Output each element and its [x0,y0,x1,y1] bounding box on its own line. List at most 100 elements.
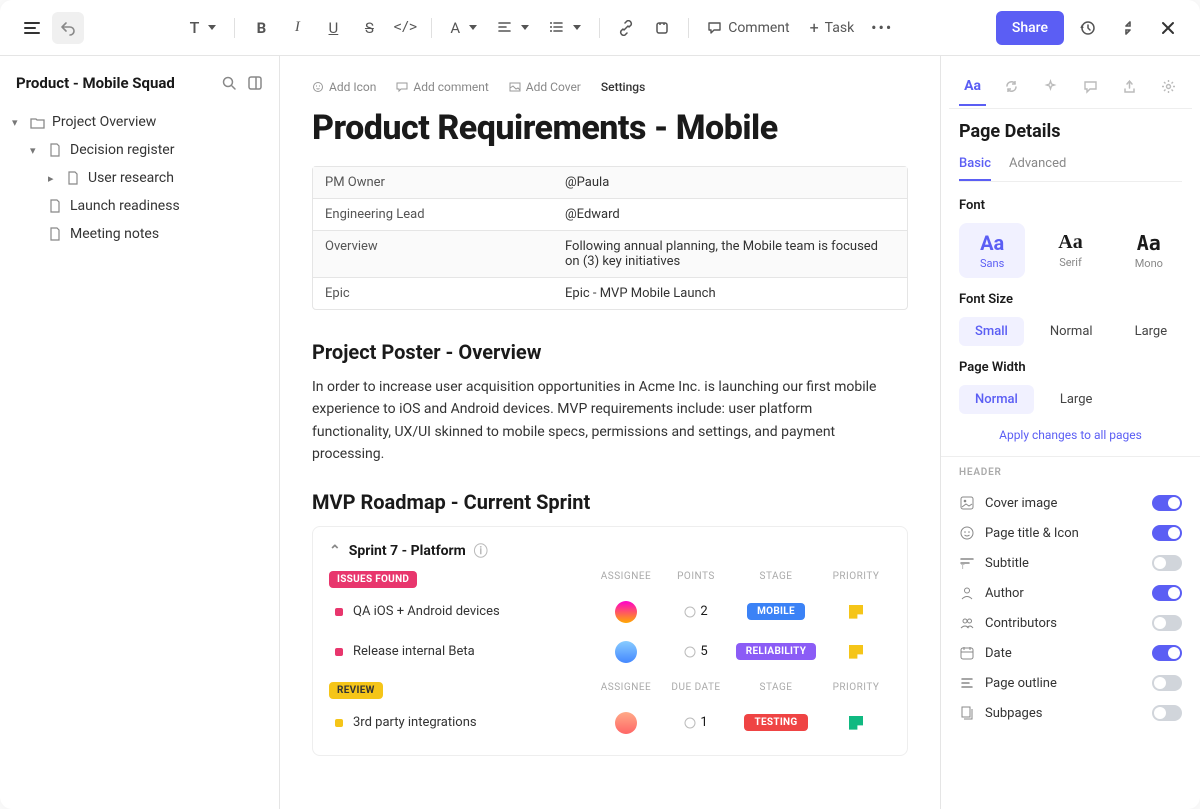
font-card-sans[interactable]: AaSans [959,223,1025,278]
close-icon[interactable] [1152,12,1184,44]
text-style-dropdown[interactable]: T [182,12,225,44]
toggle-subpages: Subpages [959,698,1182,728]
tree-item-decision-register[interactable]: ▾ Decision register [18,136,279,164]
outline-icon [959,675,975,691]
sidebar-title: Product - Mobile Squad [16,74,175,92]
sprint-card: ⌃ Sprint 7 - Platform ⓘ ISSUES FOUNDASSI… [312,526,908,756]
document-icon [48,143,64,157]
info-icon[interactable]: ⓘ [474,541,488,561]
add-icon-button[interactable]: Add Icon [312,80,376,94]
comment-button[interactable]: Comment [699,12,797,44]
switch[interactable] [1152,705,1182,721]
font-card-serif[interactable]: AaSerif [1037,223,1103,278]
switch[interactable] [1152,525,1182,541]
panel-tab-ai[interactable] [1033,68,1068,104]
sidebar: Product - Mobile Squad ▾ Project Overvie… [0,56,280,809]
avatar[interactable] [615,641,637,663]
poster-heading: Project Poster - Overview [312,340,908,364]
collapse-icon[interactable] [1112,12,1144,44]
code-button[interactable]: </> [389,12,421,44]
switch[interactable] [1152,675,1182,691]
italic-button[interactable]: I [281,12,313,44]
document-icon [48,199,64,213]
menu-icon[interactable] [16,12,48,44]
panel-tab-refresh[interactable] [994,68,1029,104]
table-row: Engineering Lead@Edward [313,199,907,231]
points: 1 [661,715,731,730]
chevron-right-icon[interactable]: ▸ [48,172,60,185]
subtab-basic[interactable]: Basic [959,156,991,181]
align-dropdown[interactable] [489,12,537,44]
document-icon [48,227,64,241]
status-dot [335,719,343,727]
avatar[interactable] [615,712,637,734]
chevron-down-icon[interactable]: ▾ [12,116,24,129]
switch[interactable] [1152,615,1182,631]
add-cover-button[interactable]: Add Cover [509,80,581,94]
panel-toggle-icon[interactable] [247,75,263,91]
history-icon[interactable] [1072,12,1104,44]
tree-item-user-research[interactable]: ▸ User research [36,164,279,192]
stage-pill: MOBILE [747,603,805,620]
task-row[interactable]: 3rd party integrations 1 TESTING [329,703,891,743]
subtab-advanced[interactable]: Advanced [1009,156,1066,181]
poster-body: In order to increase user acquisition op… [312,376,892,466]
bold-button[interactable]: B [245,12,277,44]
task-name: QA iOS + Android devices [353,604,591,619]
width-normal[interactable]: Normal [959,385,1034,414]
size-normal[interactable]: Normal [1034,317,1109,346]
switch[interactable] [1152,495,1182,511]
switch[interactable] [1152,555,1182,571]
list-dropdown[interactable] [541,12,589,44]
tree-item-project-overview[interactable]: ▾ Project Overview [0,108,279,136]
undo-button[interactable] [52,12,84,44]
attachment-button[interactable] [646,12,678,44]
document-icon [66,171,82,185]
tree-item-launch-readiness[interactable]: Launch readiness [18,192,279,220]
info-table: PM Owner@Paula Engineering Lead@Edward O… [312,166,908,310]
search-icon[interactable] [221,75,237,91]
panel-tab-export[interactable] [1112,68,1147,104]
toggle-page-outline: Page outline [959,668,1182,698]
status-dot [335,648,343,656]
sprint-name: Sprint 7 - Platform [349,543,466,559]
width-label: Page Width [959,360,1182,375]
toggle-page-title-icon: Page title & Icon [959,518,1182,548]
panel-tab-settings[interactable] [1151,68,1186,104]
text-color-dropdown[interactable]: A [442,12,485,44]
points: 2 [661,604,731,619]
more-icon[interactable]: ••• [866,12,898,44]
table-row: OverviewFollowing annual planning, the M… [313,231,907,278]
image-icon [959,495,975,511]
smile-icon [959,525,975,541]
chevron-up-icon[interactable]: ⌃ [329,543,341,559]
task-row[interactable]: Release internal Beta5RELIABILITY [329,632,891,672]
size-small[interactable]: Small [959,317,1024,346]
font-label: Font [959,198,1182,213]
add-comment-button[interactable]: Add comment [396,80,488,94]
tree-item-meeting-notes[interactable]: Meeting notes [18,220,279,248]
size-large[interactable]: Large [1119,317,1184,346]
link-button[interactable] [610,12,642,44]
switch[interactable] [1152,645,1182,661]
settings-button[interactable]: Settings [601,80,645,94]
details-panel: Aa Page Details Basic Advanced Font AaSa… [940,56,1200,809]
switch[interactable] [1152,585,1182,601]
status-pill: ISSUES FOUND [329,571,417,588]
underline-button[interactable]: U [317,12,349,44]
task-name: 3rd party integrations [353,715,591,730]
share-button[interactable]: Share [996,11,1064,45]
add-task-button[interactable]: +Task [802,12,863,44]
task-row[interactable]: QA iOS + Android devices 2 MOBILE [329,592,891,632]
stage-pill: TESTING [744,714,807,731]
apply-all-link[interactable]: Apply changes to all pages [959,428,1182,442]
stage-pill: RELIABILITY [736,643,816,660]
panel-tab-typography[interactable]: Aa [955,68,990,104]
width-large[interactable]: Large [1044,385,1109,414]
strike-button[interactable]: S [353,12,385,44]
panel-tab-comments[interactable] [1073,68,1108,104]
chevron-down-icon[interactable]: ▾ [30,144,42,157]
panel-title: Page Details [959,121,1182,142]
font-card-mono[interactable]: AaMono [1116,223,1182,278]
avatar[interactable] [615,601,637,623]
